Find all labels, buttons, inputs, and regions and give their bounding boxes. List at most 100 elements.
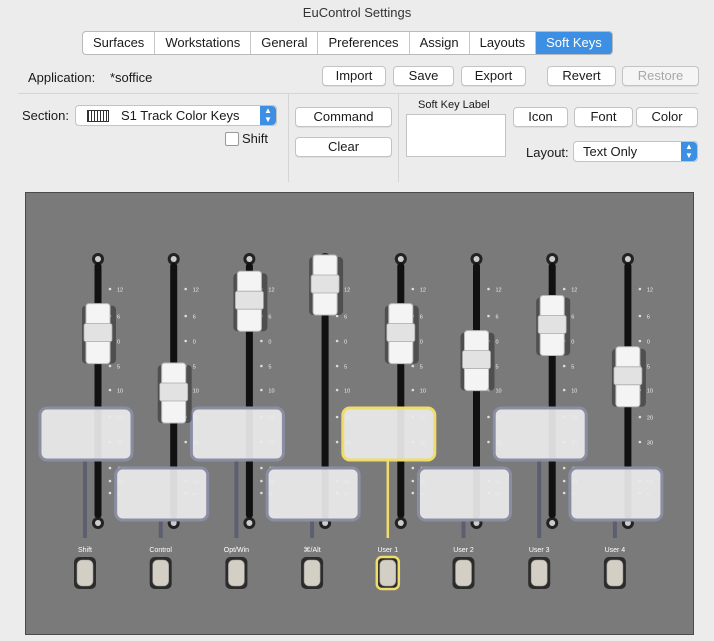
scale-tick <box>487 415 490 419</box>
soft-key-button[interactable] <box>76 559 94 587</box>
soft-key-button[interactable] <box>455 559 472 587</box>
scale-label: 6 <box>344 315 347 321</box>
fader-cap-grip <box>537 315 567 334</box>
screw-icon <box>624 256 631 262</box>
soft-key-label: User 1 <box>377 547 398 554</box>
scale-tick <box>411 388 415 392</box>
scale-tick <box>108 388 112 392</box>
scale-label: 5 <box>193 365 196 371</box>
icon-button[interactable]: Icon <box>513 107 568 127</box>
soft-key-label-box[interactable] <box>114 466 210 522</box>
screw-icon <box>246 256 253 262</box>
tab-preferences[interactable]: Preferences <box>318 32 410 54</box>
export-button[interactable]: Export <box>461 66 526 86</box>
scale-tick <box>108 466 112 470</box>
soft-key-button[interactable] <box>303 559 321 587</box>
fader-cap-grip <box>234 290 264 310</box>
tab-layouts[interactable]: Layouts <box>470 32 537 54</box>
scale-label: 0 <box>647 340 650 346</box>
scale-tick <box>184 314 187 318</box>
soft-key-label-box[interactable] <box>568 466 664 522</box>
scale-label: 12 <box>420 288 426 294</box>
soft-key-button[interactable] <box>530 559 548 587</box>
scale-label: 10 <box>268 389 274 395</box>
scale-tick <box>638 415 642 419</box>
section-label: Section: <box>22 108 69 123</box>
scale-label: 0 <box>420 340 423 346</box>
soft-key-label-input[interactable] <box>406 114 506 157</box>
soft-key-label: Control <box>149 547 172 554</box>
scale-label: 12 <box>496 288 502 294</box>
scale-label: 10 <box>571 389 577 395</box>
scale-label: 0 <box>496 340 499 346</box>
updown-chevron-icon: ▲ ▼ <box>681 142 697 161</box>
scale-tick <box>487 440 490 444</box>
scale-tick <box>335 415 339 419</box>
scale-label: 10 <box>420 389 426 395</box>
layout-select[interactable]: Text Only ▲ ▼ <box>573 141 698 162</box>
revert-button[interactable]: Revert <box>547 66 616 86</box>
scale-tick <box>411 479 415 483</box>
scale-label: 6 <box>193 315 196 321</box>
soft-key-label-box[interactable] <box>189 406 285 462</box>
surface-graphic: 126051020304060∞Shift126051020304060∞Con… <box>38 253 664 591</box>
scale-tick <box>487 287 490 291</box>
color-button[interactable]: Color <box>636 107 698 127</box>
import-button[interactable]: Import <box>322 66 386 86</box>
section-select-value: S1 Track Color Keys <box>121 108 240 123</box>
scale-tick <box>260 479 263 483</box>
font-button[interactable]: Font <box>574 107 633 127</box>
soft-key-button-selected[interactable] <box>379 559 397 587</box>
scale-tick <box>260 339 263 343</box>
scale-tick <box>335 339 339 343</box>
scale-label: 0 <box>117 340 120 346</box>
scale-tick <box>335 364 339 368</box>
restore-button[interactable]: Restore <box>622 66 699 86</box>
scale-tick <box>562 287 566 291</box>
screw-icon <box>397 256 404 262</box>
soft-key-label-box[interactable] <box>265 466 361 522</box>
scale-label: 5 <box>571 365 574 371</box>
command-button[interactable]: Command <box>295 107 392 127</box>
scale-tick <box>411 364 415 368</box>
soft-key-label-box-selected[interactable] <box>341 406 437 462</box>
scale-tick <box>335 314 339 318</box>
scale-label: 12 <box>344 288 350 294</box>
scale-tick <box>562 491 566 495</box>
scale-tick <box>487 314 490 318</box>
screw-icon <box>95 520 101 526</box>
shift-checkbox[interactable] <box>225 132 239 146</box>
fader-cap-grip <box>386 323 416 343</box>
scale-label: 6 <box>420 315 423 321</box>
updown-chevron-icon: ▲ ▼ <box>260 106 276 125</box>
scale-tick <box>108 491 112 495</box>
scale-tick <box>335 388 339 392</box>
tab-workstations[interactable]: Workstations <box>155 32 252 54</box>
soft-key-label-box[interactable] <box>38 406 134 462</box>
scale-label: 5 <box>117 365 120 371</box>
scale-label: 6 <box>647 315 650 321</box>
soft-key-label-box[interactable] <box>417 466 512 522</box>
scale-label: 5 <box>647 365 650 371</box>
soft-key-button[interactable] <box>152 559 169 587</box>
toolbar-divider <box>18 93 698 94</box>
soft-key-label: Shift <box>78 547 92 554</box>
save-button[interactable]: Save <box>393 66 454 86</box>
tab-surfaces[interactable]: Surfaces <box>83 32 156 54</box>
layout-label: Layout: <box>526 145 569 160</box>
soft-key-button[interactable] <box>228 559 245 587</box>
shift-checkbox-label: Shift <box>242 131 269 146</box>
scale-label: 6 <box>268 315 271 321</box>
scale-tick <box>562 479 566 483</box>
clear-button[interactable]: Clear <box>295 137 392 157</box>
soft-key-label-box[interactable] <box>492 406 588 462</box>
scale-tick <box>260 388 263 392</box>
fader-track <box>397 263 405 518</box>
tab-assign[interactable]: Assign <box>410 32 470 54</box>
scale-tick <box>184 287 187 291</box>
tab-general[interactable]: General <box>251 32 319 54</box>
section-select[interactable]: S1 Track Color Keys ▲ ▼ <box>75 105 277 126</box>
soft-key-label: User 4 <box>605 547 626 554</box>
soft-key-button[interactable] <box>606 559 624 587</box>
tab-soft-keys[interactable]: Soft Keys <box>536 32 612 54</box>
